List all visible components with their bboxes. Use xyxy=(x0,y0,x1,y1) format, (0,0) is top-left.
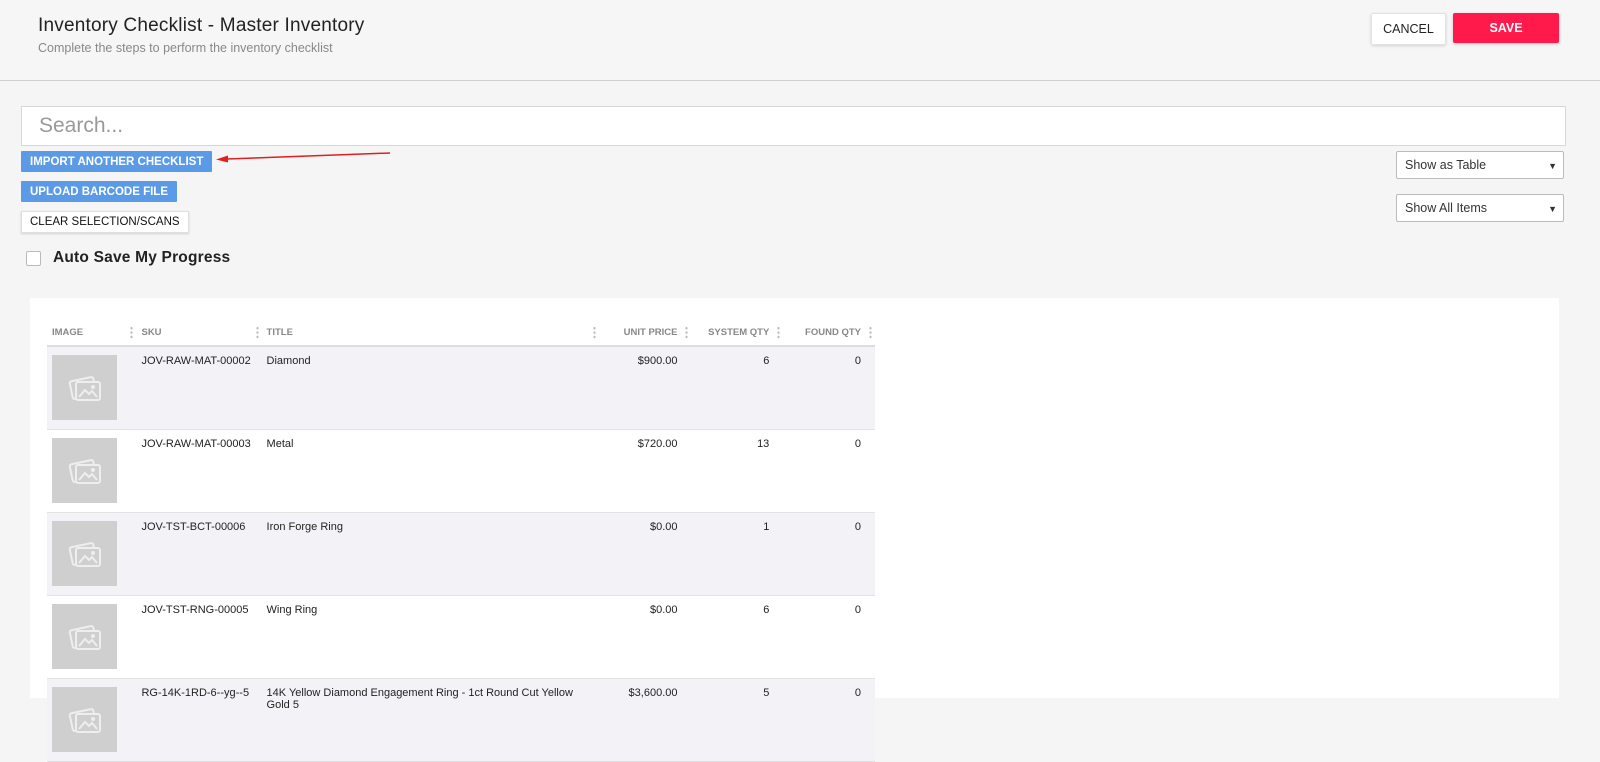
column-header-unit-price[interactable]: UNIT PRICE xyxy=(599,320,692,347)
found-qty-cell[interactable]: 0 xyxy=(783,678,875,762)
unit-price-cell: $0.00 xyxy=(599,595,692,679)
column-menu-icon[interactable] xyxy=(777,326,781,339)
image-cell xyxy=(47,678,137,762)
image-placeholder-icon xyxy=(52,521,117,586)
column-menu-icon[interactable] xyxy=(685,326,689,339)
sku-cell: JOV-TST-RNG-00005 xyxy=(136,595,262,679)
column-header-system-qty[interactable]: SYSTEM QTY xyxy=(691,320,784,347)
image-cell xyxy=(47,429,137,513)
system-qty-cell: 6 xyxy=(691,595,784,679)
found-qty-cell[interactable]: 0 xyxy=(783,429,875,513)
sku-cell: JOV-TST-BCT-00006 xyxy=(136,512,262,596)
page-subtitle: Complete the steps to perform the invent… xyxy=(38,41,333,55)
column-header-found-qty[interactable]: FOUND QTY xyxy=(783,320,875,347)
found-qty-cell[interactable]: 0 xyxy=(783,346,875,430)
search-input[interactable] xyxy=(21,106,1566,146)
column-header-sku[interactable]: SKU xyxy=(136,320,262,347)
table-row[interactable]: RG-14K-1RD-6--yg--5 14K Yellow Diamond En… xyxy=(47,678,875,762)
inventory-table-card: IMAGE SKU TITLE UNIT PRICE SYSTEM QTY FO… xyxy=(30,298,1559,762)
system-qty-cell: 6 xyxy=(691,346,784,430)
title-cell: Iron Forge Ring xyxy=(261,512,600,596)
column-header-image[interactable]: IMAGE xyxy=(47,320,137,347)
image-cell xyxy=(47,512,137,596)
sku-cell: JOV-RAW-MAT-00003 xyxy=(136,429,262,513)
table-row[interactable]: JOV-TST-BCT-00006 Iron Forge Ring $0.00 1 0 xyxy=(47,512,875,596)
view-mode-select[interactable]: Show as Table ▼ xyxy=(1396,151,1564,179)
upload-barcode-file-button[interactable]: UPLOAD BARCODE FILE xyxy=(21,181,177,202)
column-menu-icon[interactable] xyxy=(255,326,259,339)
title-cell: Diamond xyxy=(261,346,600,430)
unit-price-cell: $3,600.00 xyxy=(599,678,692,762)
view-mode-value: Show as Table xyxy=(1405,158,1487,172)
column-menu-icon[interactable] xyxy=(593,326,597,339)
image-cell xyxy=(47,346,137,430)
title-cell: Metal xyxy=(261,429,600,513)
image-placeholder-icon xyxy=(52,355,117,420)
table-row[interactable]: JOV-RAW-MAT-00002 Diamond $900.00 6 0 xyxy=(47,346,875,430)
page-header: Inventory Checklist - Master Inventory C… xyxy=(0,0,1600,81)
annotation-arrow xyxy=(216,152,391,163)
clear-selection-button[interactable]: CLEAR SELECTION/SCANS xyxy=(21,211,189,233)
found-qty-cell[interactable]: 0 xyxy=(783,512,875,596)
sku-cell: JOV-RAW-MAT-00002 xyxy=(136,346,262,430)
inventory-table: IMAGE SKU TITLE UNIT PRICE SYSTEM QTY FO… xyxy=(47,320,875,762)
save-button[interactable]: SAVE xyxy=(1453,13,1559,43)
table-row[interactable]: JOV-RAW-MAT-00003 Metal $720.00 13 0 xyxy=(47,429,875,513)
table-header-row: IMAGE SKU TITLE UNIT PRICE SYSTEM QTY FO… xyxy=(47,320,875,347)
sku-cell: RG-14K-1RD-6--yg--5 xyxy=(136,678,262,762)
column-menu-icon[interactable] xyxy=(869,326,872,339)
column-menu-icon[interactable] xyxy=(130,326,134,339)
image-placeholder-icon xyxy=(52,438,117,503)
found-qty-cell[interactable]: 0 xyxy=(783,595,875,679)
unit-price-cell: $720.00 xyxy=(599,429,692,513)
title-cell: 14K Yellow Diamond Engagement Ring - 1ct… xyxy=(261,678,600,762)
image-placeholder-icon xyxy=(52,604,117,669)
auto-save-toggle[interactable]: Auto Save My Progress xyxy=(26,249,230,267)
auto-save-checkbox[interactable] xyxy=(26,250,41,266)
item-filter-select[interactable]: Show All Items ▼ xyxy=(1396,194,1564,222)
image-cell xyxy=(47,595,137,679)
chevron-down-icon: ▼ xyxy=(1548,161,1557,171)
cancel-button[interactable]: CANCEL xyxy=(1371,13,1446,45)
column-header-title[interactable]: TITLE xyxy=(261,320,600,347)
unit-price-cell: $900.00 xyxy=(599,346,692,430)
image-placeholder-icon xyxy=(52,687,117,752)
auto-save-label: Auto Save My Progress xyxy=(53,249,231,266)
import-another-checklist-button[interactable]: IMPORT ANOTHER CHECKLIST xyxy=(21,151,213,172)
item-filter-value: Show All Items xyxy=(1405,201,1487,215)
unit-price-cell: $0.00 xyxy=(599,512,692,596)
system-qty-cell: 13 xyxy=(691,429,784,513)
title-cell: Wing Ring xyxy=(261,595,600,679)
chevron-down-icon: ▼ xyxy=(1548,204,1557,214)
system-qty-cell: 5 xyxy=(691,678,784,762)
table-row[interactable]: JOV-TST-RNG-00005 Wing Ring $0.00 6 0 xyxy=(47,595,875,679)
system-qty-cell: 1 xyxy=(691,512,784,596)
page-title: Inventory Checklist - Master Inventory xyxy=(38,15,365,36)
